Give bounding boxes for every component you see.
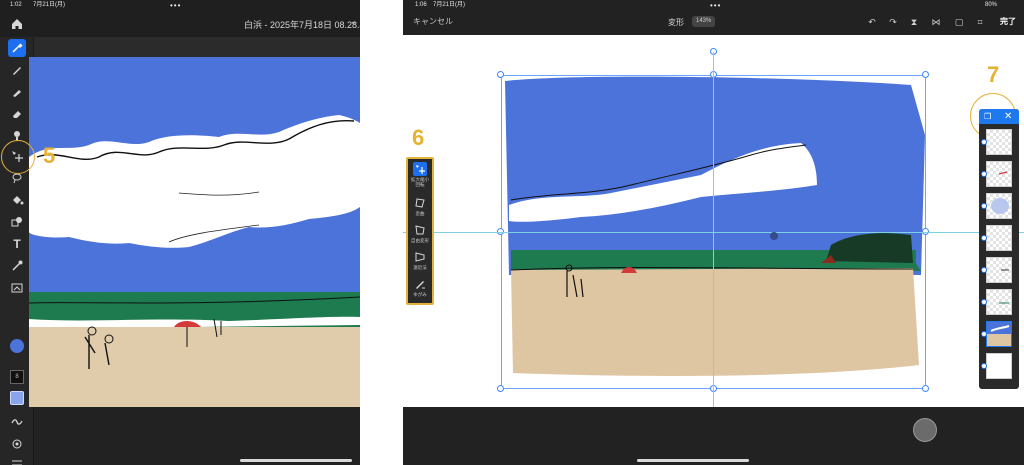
mode-label: 拡大縮小 回転	[411, 177, 429, 187]
status-bar: 1:06 7月21日(月) ••• 80%	[403, 0, 1024, 11]
home-indicator[interactable]	[637, 459, 749, 462]
adjust-icon[interactable]	[8, 279, 26, 297]
layer-thumbnail[interactable]	[986, 193, 1012, 219]
step-number-6: 6	[412, 125, 425, 150]
symmetry-icon[interactable]	[8, 455, 26, 465]
visibility-icon[interactable]	[981, 331, 987, 337]
crop-icon[interactable]: ⌗	[974, 16, 986, 28]
corner-handle[interactable]	[922, 385, 929, 392]
battery-level: 80%	[985, 2, 998, 8]
perspective-icon	[415, 252, 425, 262]
layer-thumbnail-selected[interactable]	[986, 321, 1012, 347]
move-icon	[413, 162, 427, 176]
fill-icon[interactable]	[8, 191, 26, 209]
close-icon[interactable]: ✕	[1004, 110, 1012, 123]
bottom-bar	[34, 407, 360, 465]
mode-label: 遠近法	[413, 265, 427, 270]
free-transform-icon	[415, 225, 425, 235]
layers-header: ❒ ✕	[979, 109, 1019, 124]
top-bar: キャンセル 変形 143% ↶ ↷ ⧗ ⋈ ▢ ⌗ 完了	[403, 11, 1024, 35]
step-number-7: 7	[987, 62, 1000, 87]
mode-distort[interactable]: 歪曲	[408, 196, 432, 216]
visibility-icon[interactable]	[981, 299, 987, 305]
visibility-icon[interactable]	[981, 203, 987, 209]
visibility-icon[interactable]	[981, 139, 987, 145]
left-screen: 1:02 7月21日(月) ••• 白浜 - 2025年7月18日 08.28.…	[0, 0, 360, 465]
status-date: 7月21日(月)	[33, 2, 66, 8]
snap-icon[interactable]: ▢	[953, 16, 965, 28]
canvas-artwork[interactable]	[29, 57, 360, 407]
step-number-5: 5	[43, 143, 56, 168]
undo-icon[interactable]: ↶	[866, 16, 878, 28]
brush-settings-icon[interactable]	[8, 435, 26, 453]
layer-thumbnail[interactable]	[986, 353, 1012, 379]
brush-size-box[interactable]: 8	[10, 370, 24, 384]
corner-handle[interactable]	[922, 71, 929, 78]
distort-icon	[415, 198, 425, 208]
mode-warp[interactable]: ゆがみ	[408, 277, 432, 297]
layers-panel: ❒ ✕	[979, 109, 1019, 389]
eraser-icon[interactable]	[8, 105, 26, 123]
eyedropper-icon[interactable]	[8, 257, 26, 275]
status-date: 7月21日(月)	[433, 2, 466, 8]
mode-perspective[interactable]: 遠近法	[408, 250, 432, 270]
zoom-level[interactable]: 143%	[692, 16, 716, 27]
chevron-down-icon[interactable]: ⌄	[350, 17, 357, 26]
visibility-icon[interactable]	[981, 235, 987, 241]
home-indicator[interactable]	[240, 459, 352, 462]
text-icon[interactable]: T	[8, 235, 26, 253]
highlight-circle-tool	[1, 140, 35, 174]
center-guide-vertical	[713, 52, 714, 407]
visibility-icon[interactable]	[981, 171, 987, 177]
warp-icon	[416, 281, 425, 289]
stabilizer-icon[interactable]	[8, 413, 26, 431]
beach-painting	[29, 57, 360, 407]
home-icon[interactable]	[9, 16, 25, 32]
document-title[interactable]: 白浜 - 2025年7月18日 08.28.46 *	[244, 18, 360, 31]
right-screen: 1:06 7月21日(月) ••• 80% キャンセル 変形 143% ↶ ↷ …	[403, 0, 1024, 465]
visibility-icon[interactable]	[981, 267, 987, 273]
layer-thumbnail[interactable]	[986, 289, 1012, 315]
layers-icon[interactable]: ❒	[984, 112, 994, 121]
status-bar: 1:02 7月21日(月) •••	[0, 0, 360, 11]
visibility-icon[interactable]	[981, 363, 987, 369]
page-title: 変形	[668, 18, 684, 27]
corner-handle[interactable]	[497, 385, 504, 392]
shape-icon[interactable]	[8, 213, 26, 231]
mode-free-transform[interactable]: 自由変形	[408, 223, 432, 243]
corner-handle[interactable]	[497, 71, 504, 78]
mode-scale-rotate[interactable]: 拡大縮小 回転	[408, 162, 432, 187]
color-picker[interactable]	[10, 339, 24, 353]
layer-thumbnail[interactable]	[986, 257, 1012, 283]
redo-icon[interactable]: ↷	[887, 16, 899, 28]
mode-label: ゆがみ	[413, 292, 427, 297]
layer-thumbnail[interactable]	[986, 129, 1012, 155]
status-time: 1:02	[10, 2, 22, 8]
pivot-point[interactable]	[770, 232, 778, 240]
layer-thumbnail[interactable]	[986, 225, 1012, 251]
cancel-button[interactable]: キャンセル	[413, 16, 453, 27]
color-swatch[interactable]	[10, 391, 24, 405]
comparison-screenshot: 1:02 7月21日(月) ••• 白浜 - 2025年7月18日 08.28.…	[0, 0, 1024, 465]
flip-horizontal-icon[interactable]: ⋈	[930, 16, 942, 28]
mode-label: 歪曲	[415, 211, 425, 216]
transform-mode-menu: 拡大縮小 回転 歪曲 自由変形 遠近法 ゆがみ	[406, 157, 434, 305]
mode-label: 自由変形	[411, 238, 429, 243]
layer-thumbnail[interactable]	[986, 161, 1012, 187]
status-time: 1:06	[415, 2, 427, 8]
brush-icon[interactable]	[8, 61, 26, 79]
flip-vertical-icon[interactable]: ⧗	[908, 16, 920, 28]
pixel-brush-icon[interactable]	[8, 83, 26, 101]
top-bar: 白浜 - 2025年7月18日 08.28.46 * ⌄	[0, 11, 360, 37]
select-icon[interactable]	[8, 39, 26, 57]
multitask-dots[interactable]: •••	[170, 0, 181, 11]
done-button[interactable]: 完了	[1000, 16, 1016, 27]
multitask-dots[interactable]: •••	[710, 0, 721, 11]
modifier-button[interactable]	[913, 418, 937, 442]
